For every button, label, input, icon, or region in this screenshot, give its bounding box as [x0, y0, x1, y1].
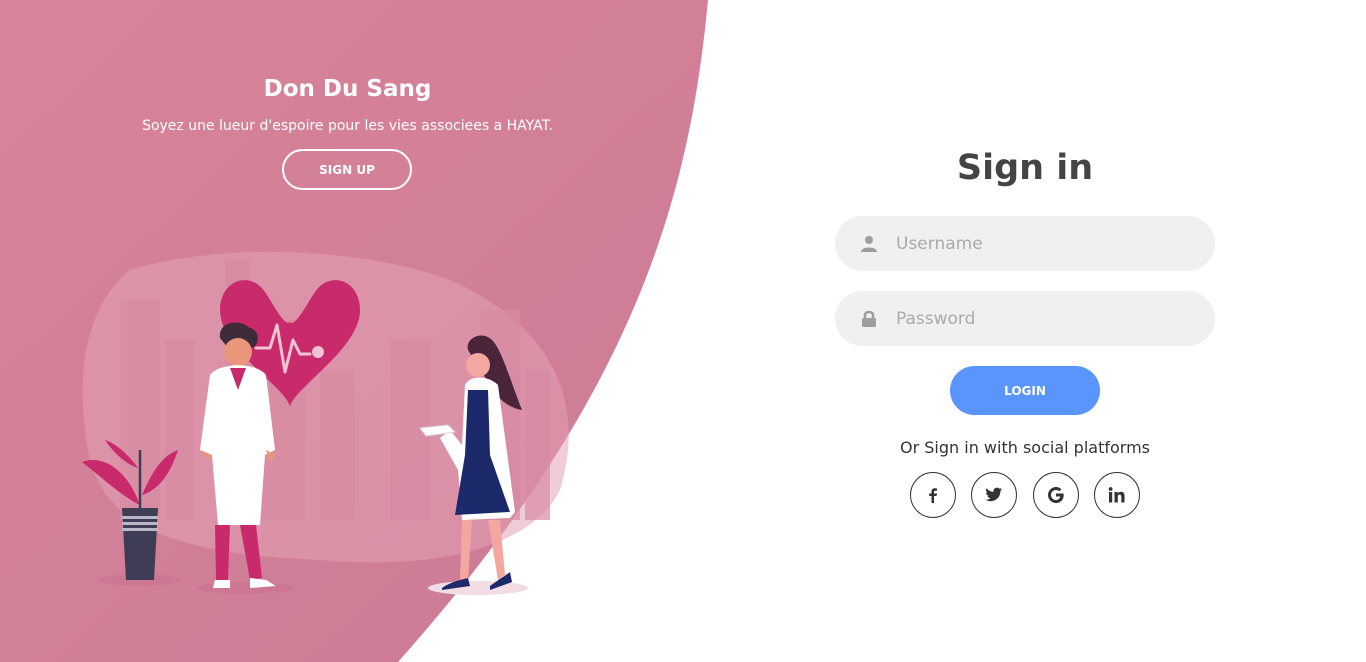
social-signin-text: Or Sign in with social platforms: [900, 438, 1150, 457]
password-field[interactable]: [835, 291, 1215, 346]
lock-icon: [859, 309, 879, 329]
hero-title: Don Du Sang: [263, 76, 432, 102]
password-input[interactable]: [896, 308, 1196, 329]
facebook-icon[interactable]: [910, 472, 956, 518]
sign-up-button[interactable]: SIGN UP: [282, 149, 412, 190]
doctors-illustration: [82, 251, 569, 595]
sign-in-title: Sign in: [956, 148, 1094, 188]
user-icon: [859, 234, 879, 254]
login-button[interactable]: LOGIN: [950, 366, 1100, 415]
social-icons: [910, 472, 1140, 518]
twitter-icon[interactable]: [971, 472, 1018, 518]
google-icon[interactable]: [1032, 472, 1079, 518]
username-field[interactable]: [835, 216, 1215, 271]
left-panel: Don Du Sang Soyez une lueur d'espoire po…: [0, 0, 700, 662]
page: Don Du Sang Soyez une lueur d'espoire po…: [0, 0, 1366, 662]
username-input[interactable]: [896, 233, 1196, 254]
hero-subtitle: Soyez une lueur d'espoire pour les vies …: [142, 118, 553, 134]
linkedin-icon[interactable]: [1093, 472, 1140, 518]
